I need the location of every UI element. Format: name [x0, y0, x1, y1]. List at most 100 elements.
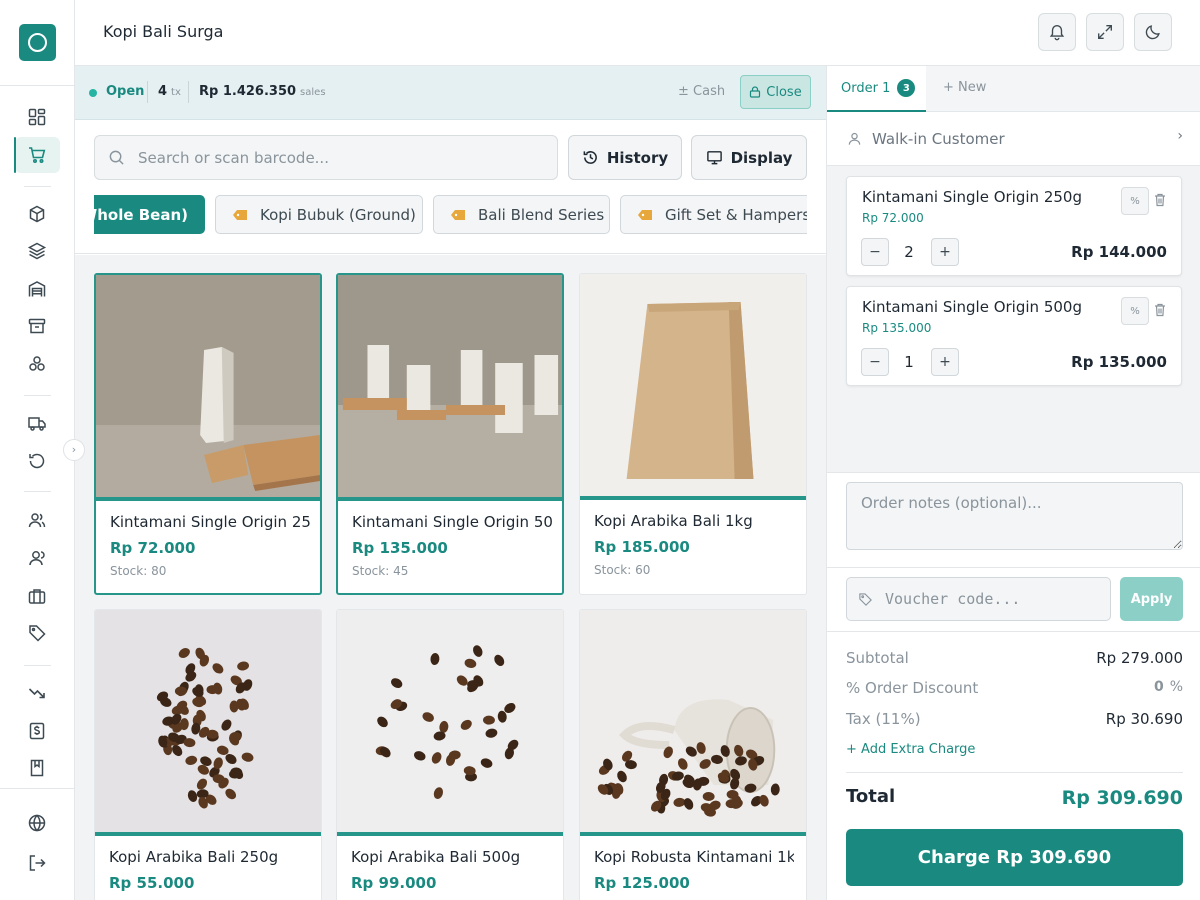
voucher-input[interactable]	[885, 590, 1105, 608]
trend-down-icon[interactable]	[27, 683, 47, 703]
item-quantity: 2	[904, 243, 914, 261]
increase-qty-button[interactable]: +	[931, 348, 959, 376]
tag-icon	[638, 209, 652, 220]
top-bar: Kopi Bali Surga	[75, 0, 1200, 66]
fullscreen-button[interactable]	[1086, 13, 1124, 51]
total-value: Rp 309.690	[1061, 787, 1183, 809]
product-name: Kopi Arabika Bali 500g	[351, 848, 521, 866]
tax-label: Tax (11%)	[846, 710, 921, 728]
order-notes-field[interactable]	[846, 482, 1183, 550]
category-label: Gift Set & Hampers	[665, 205, 807, 224]
box-icon[interactable]	[27, 204, 47, 224]
voucher-box[interactable]	[846, 577, 1111, 621]
dashboard-icon[interactable]	[27, 107, 47, 127]
discount-input[interactable]: 0%	[1154, 679, 1183, 695]
product-image	[95, 610, 321, 832]
logout-icon[interactable]	[27, 853, 47, 873]
dollar-doc-icon[interactable]	[27, 721, 47, 741]
product-stock: Stock: 60	[594, 563, 651, 577]
product-card[interactable]: Kintamani Single Origin 500g Rp 135.000 …	[336, 273, 564, 595]
display-button[interactable]: Display	[691, 135, 807, 180]
expand-icon	[1096, 23, 1114, 41]
user-icon	[827, 131, 872, 146]
order-summary: Subtotal Rp 279.000 % Order Discount 0% …	[827, 632, 1200, 900]
search-input[interactable]	[138, 148, 538, 167]
product-card[interactable]: Kintamani Single Origin 250g Rp 72.000 S…	[94, 273, 322, 595]
tax-row: Tax (11%) Rp 30.690	[846, 710, 1183, 728]
increase-qty-button[interactable]: +	[931, 238, 959, 266]
close-shift-label: Close	[766, 84, 802, 100]
decrease-qty-button[interactable]: −	[861, 238, 889, 266]
category-chip[interactable]: (Whole Bean)	[94, 195, 205, 234]
layers-icon[interactable]	[27, 241, 47, 261]
category-chip[interactable]: Bali Blend Series	[433, 195, 610, 234]
app-logo[interactable]	[19, 24, 56, 61]
history-label: History	[606, 148, 669, 167]
search-box[interactable]	[94, 135, 558, 180]
product-card-accent	[580, 496, 806, 500]
product-card[interactable]: Kopi Arabika Bali 500g Rp 99.000	[336, 609, 564, 900]
tab-order-1[interactable]: Order 1 3	[827, 66, 926, 112]
product-card[interactable]: Kopi Arabika Bali 1kg Rp 185.000 Stock: …	[579, 273, 807, 595]
category-chip[interactable]: Kopi Bubuk (Ground)	[215, 195, 423, 234]
trash-icon[interactable]	[1152, 302, 1168, 318]
chevron-right-icon: ›	[1177, 128, 1183, 144]
decrease-qty-button[interactable]: −	[861, 348, 889, 376]
coffee-bean	[467, 680, 480, 690]
cart-item-name: Kintamani Single Origin 500g	[862, 298, 1082, 316]
voucher-section: Apply	[827, 568, 1200, 632]
product-stock: Stock: 80	[110, 564, 167, 578]
history-icon[interactable]	[27, 451, 47, 471]
globe-icon[interactable]	[27, 813, 47, 833]
cart-item: Kintamani Single Origin 500g Rp 135.000 …	[846, 286, 1182, 386]
book-icon[interactable]	[27, 758, 47, 778]
order-item-count: 3	[897, 79, 916, 97]
product-image	[338, 275, 562, 497]
selected-indicator	[96, 497, 320, 501]
new-order-tab[interactable]: + New	[943, 80, 986, 95]
briefcase-icon[interactable]	[27, 586, 47, 606]
apply-voucher-button[interactable]: Apply	[1120, 577, 1183, 621]
item-discount-button[interactable]: %	[1121, 297, 1149, 325]
category-chip[interactable]: Gift Set & Hampers	[620, 195, 807, 234]
product-price: Rp 135.000	[352, 539, 448, 557]
cash-button[interactable]: ± Cash	[678, 84, 725, 99]
sidebar-divider	[24, 491, 51, 492]
sidebar-divider	[24, 186, 51, 187]
sidebar-collapse-button[interactable]: ›	[63, 439, 85, 461]
notifications-button[interactable]	[1038, 13, 1076, 51]
status-dot	[89, 89, 97, 97]
trash-icon[interactable]	[1152, 192, 1168, 208]
charge-button[interactable]: Charge Rp 309.690	[846, 829, 1183, 886]
product-card[interactable]: Kopi Arabika Bali 250g Rp 55.000	[94, 609, 322, 900]
components-icon[interactable]	[27, 354, 47, 374]
users-icon[interactable]	[27, 548, 47, 568]
warehouse-icon[interactable]	[27, 279, 47, 299]
cart-icon[interactable]	[27, 145, 47, 165]
bell-icon	[1048, 23, 1066, 41]
cart-item-unit-price: Rp 135.000	[862, 321, 932, 335]
product-card[interactable]: Kopi Robusta Kintamani 1kg Rp 125.000	[579, 609, 807, 900]
sidebar-divider	[24, 665, 51, 666]
product-stock: Stock: 45	[352, 564, 409, 578]
truck-icon[interactable]	[27, 413, 47, 433]
product-card-accent	[337, 832, 563, 836]
monitor-icon	[706, 149, 723, 166]
archive-icon[interactable]	[27, 316, 47, 336]
cart-item-name: Kintamani Single Origin 250g	[862, 188, 1082, 206]
tag-icon[interactable]	[27, 623, 47, 643]
percent-icon: %	[1130, 305, 1140, 317]
history-button[interactable]: History	[568, 135, 682, 180]
product-name: Kintamani Single Origin 250g	[110, 513, 310, 531]
add-extra-charge-link[interactable]: + Add Extra Charge	[846, 742, 975, 757]
user-icon[interactable]	[27, 510, 47, 530]
product-price: Rp 185.000	[594, 538, 690, 556]
sidebar-divider	[24, 395, 51, 396]
sidebar-divider	[0, 85, 75, 86]
close-shift-button[interactable]: Close	[740, 75, 811, 109]
customer-selector[interactable]: Walk-in Customer ›	[827, 112, 1200, 166]
selected-indicator	[338, 497, 562, 501]
shift-status: Open	[106, 84, 145, 99]
item-discount-button[interactable]: %	[1121, 187, 1149, 215]
dark-mode-button[interactable]	[1134, 13, 1172, 51]
